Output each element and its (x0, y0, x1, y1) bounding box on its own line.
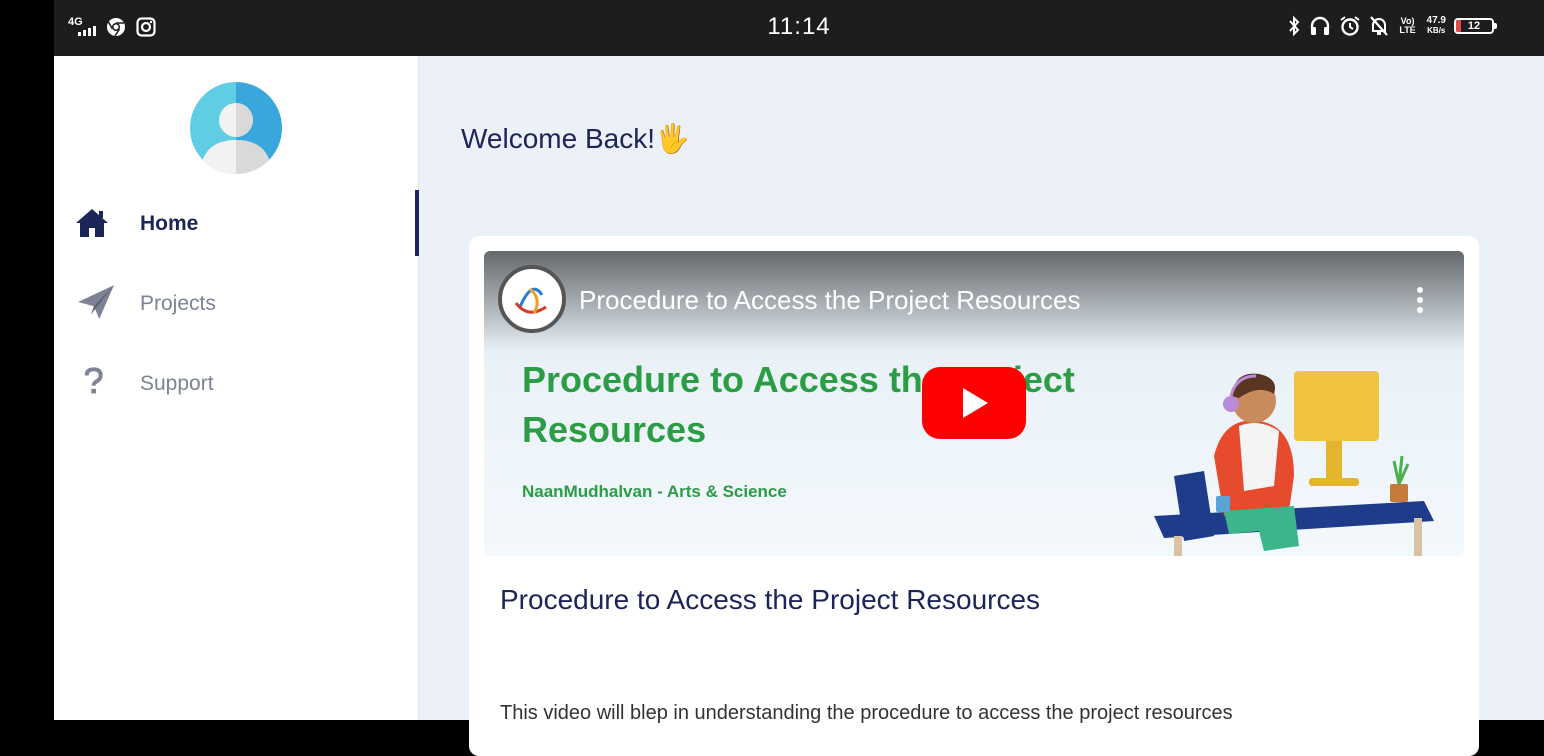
paper-plane-icon (78, 285, 114, 319)
user-avatar-icon (190, 82, 282, 174)
notifications-off-icon (1369, 16, 1388, 36)
home-icon (76, 209, 108, 237)
video-card-description: This video will blep in understanding th… (500, 702, 1233, 724)
status-right-icons: Vo) LTE 47.9 KB/s 12 (1287, 15, 1497, 37)
video-title[interactable]: Procedure to Access the Project Resource… (579, 285, 1080, 316)
battery-icon: 12 (1454, 18, 1497, 34)
video-player[interactable]: Procedure to Access the Project Resource… (484, 251, 1464, 556)
avatar[interactable] (190, 82, 282, 174)
sidebar-item-home[interactable]: Home (54, 190, 419, 256)
thumbnail-subtitle: NaanMudhalvan - Arts & Science (522, 482, 787, 501)
channel-logo-icon (514, 287, 547, 314)
welcome-heading: Welcome Back!🖐 (461, 123, 690, 154)
thumbnail-title: Procedure to Access the Project Resource… (522, 359, 1075, 450)
sidebar-item-projects[interactable]: Projects (54, 270, 418, 336)
sidebar-item-label: Support (140, 372, 214, 395)
sidebar-item-label: Projects (140, 292, 216, 315)
status-bar: 4G 11:14 Vo) LTE 47.9 KB/s 12 (54, 0, 1544, 56)
video-card-title: Procedure to Access the Project Resource… (500, 584, 1041, 615)
play-button[interactable] (922, 367, 1026, 439)
sidebar-item-support[interactable]: Support (54, 350, 418, 416)
volte-indicator: Vo) LTE (1399, 16, 1416, 35)
more-vert-icon[interactable] (1416, 287, 1424, 317)
question-icon (84, 367, 103, 394)
network-speed-unit: KB/s (1427, 26, 1446, 35)
bluetooth-icon (1288, 15, 1299, 37)
network-speed: 47.9 KB/s (1427, 16, 1446, 36)
sidebar: Home Projects Support (54, 56, 419, 720)
headphones-icon (1310, 16, 1329, 35)
battery-fill (1456, 20, 1461, 32)
sidebar-item-label: Home (140, 212, 199, 235)
video-card: Procedure to Access the Project Resource… (469, 236, 1479, 756)
main-content: Welcome Back!🖐 Procedure to Access the P… (419, 56, 1544, 756)
network-speed-value: 47.9 (1426, 15, 1446, 26)
alarm-icon (1339, 16, 1360, 36)
battery-level: 12 (1467, 20, 1481, 32)
channel-logo[interactable] (498, 265, 566, 333)
